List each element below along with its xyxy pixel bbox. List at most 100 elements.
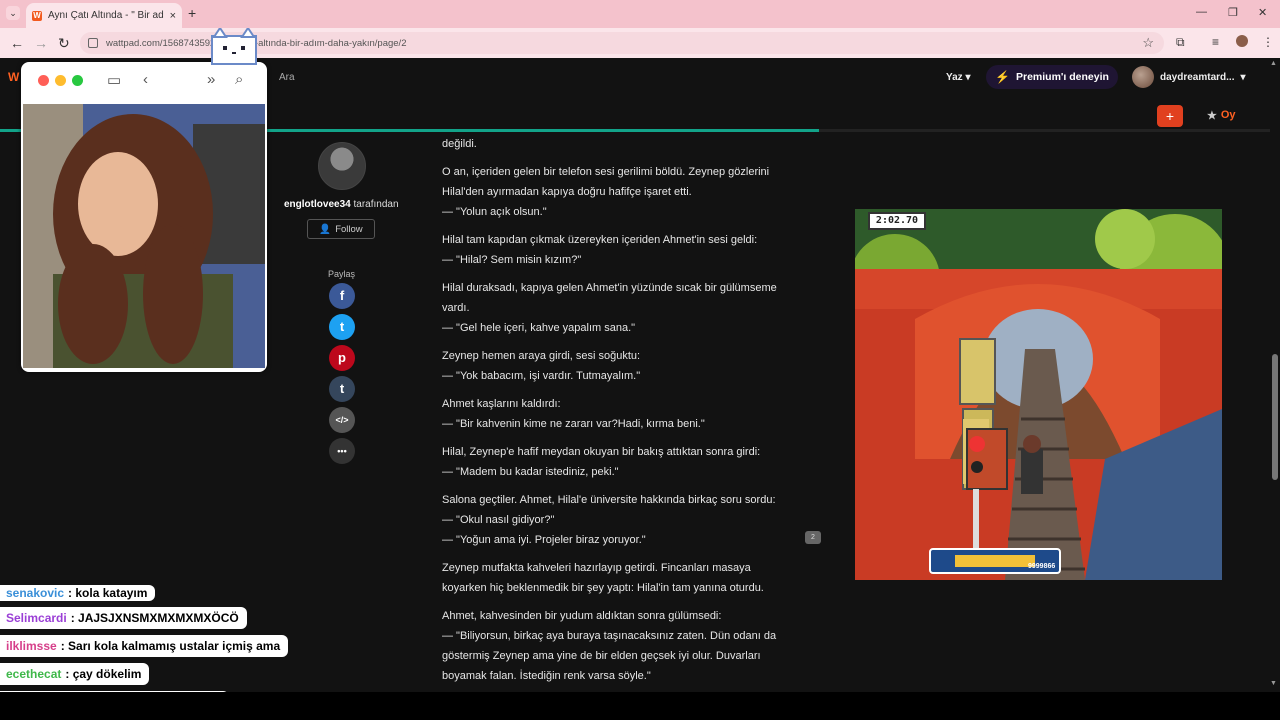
sidebar-icon[interactable]: ▭ [107, 71, 121, 89]
add-to-list-button[interactable]: + [1157, 105, 1183, 127]
story-line: — "Hilal? Sem misin kızım?" [442, 254, 582, 266]
story-line: Zeynep mutfakta kahveleri hazırlayıp get… [442, 562, 764, 594]
extensions-icon[interactable]: ⧉ [1176, 35, 1185, 50]
chat-message: ilklimsse: Sarı kola kalmamış ustalar iç… [0, 635, 289, 657]
inline-comment-bubble[interactable]: 2 [805, 531, 821, 544]
tab-search-button[interactable]: ⌄ [6, 6, 20, 20]
follow-button[interactable]: 👤 Follow [307, 219, 375, 239]
share-label: Paylaş [328, 269, 356, 279]
chat-username: Selimcardi [6, 611, 67, 625]
premium-button[interactable]: ⚡ Premium'ı deneyin [986, 65, 1118, 89]
twitter-icon[interactable]: t [329, 314, 355, 340]
wattpad-logo[interactable]: W [8, 70, 19, 84]
user-avatar [1132, 66, 1154, 88]
double-chevron-right-icon[interactable]: » [207, 71, 215, 88]
pixel-cat-icon [211, 28, 257, 65]
streamer-figure [23, 104, 265, 368]
back-icon[interactable]: ← [10, 35, 24, 51]
browser-menu-icon[interactable]: ⋮ [1262, 35, 1274, 49]
minimize-icon[interactable]: — [1196, 6, 1207, 18]
pinterest-icon[interactable]: p [329, 345, 355, 371]
chat-text: : JAJSJXNSMXMXMXMXÖCÖ [70, 611, 239, 625]
story-paragraph: Zeynep mutfakta kahveleri hazırlayıp get… [442, 558, 794, 598]
wattpad-favicon: W [32, 10, 42, 21]
chat-text: : kola katayım [68, 586, 148, 600]
webcam-window: ▭ ‹ » ⌕ [21, 62, 267, 372]
author-avatar[interactable] [318, 142, 366, 190]
story-line: değildi. [442, 138, 477, 150]
add-user-icon: 👤 [319, 223, 332, 235]
story-paragraph: Hilal tam kapıdan çıkmak üzereyken içeri… [442, 230, 794, 270]
maximize-icon[interactable]: ❐ [1228, 6, 1238, 19]
story-paragraph: değildi. [442, 134, 794, 154]
vote-button[interactable]: ★ Oy [1207, 109, 1236, 122]
story-line: Zeynep hemen araya girdi, sesi soğuktu: [442, 350, 641, 362]
chat-text: : çay dökelim [65, 667, 142, 681]
minimize-dot[interactable] [55, 75, 66, 86]
close-dot[interactable] [38, 75, 49, 86]
write-label: Yaz [946, 72, 963, 83]
story-paragraph: Salona geçtiler. Ahmet, Hilal'e üniversi… [442, 490, 794, 550]
chevron-down-icon: ▾ [1240, 71, 1246, 83]
story-paragraph: Zeynep hemen araya girdi, sesi soğuktu: —… [442, 346, 794, 386]
chat-username: senakovic [6, 586, 65, 600]
story-paragraph: O an, içeriden gelen bir telefon sesi ge… [442, 162, 794, 222]
user-menu[interactable]: daydreamtard... ▾ [1132, 66, 1246, 88]
chat-message: senakovic: kola katayım [0, 585, 156, 601]
story-line: — "Okul nasıl gidiyor?" [442, 514, 555, 526]
scrollbar-thumb[interactable] [1272, 354, 1278, 480]
star-icon: ★ [1207, 110, 1217, 122]
chevron-left-icon[interactable]: ‹ [143, 71, 148, 88]
forward-icon[interactable]: → [34, 35, 48, 51]
story-line: — "Yoğun ama iyi. Projeler biraz yoruyor… [442, 534, 646, 546]
story-paragraph: Ahmet kaşlarını kaldırdı: — "Bir kahvenin… [442, 394, 794, 434]
profile-avatar[interactable] [1236, 35, 1248, 47]
chat-message: ecethecat: çay dökelim [0, 663, 150, 685]
search-icon[interactable]: ⌕ [235, 71, 243, 88]
tab-close-icon[interactable]: × [170, 10, 176, 22]
chat-username: ecethecat [6, 667, 62, 681]
facebook-icon[interactable]: f [329, 283, 355, 309]
author-credit: englotlovee34 tarafından [284, 199, 399, 210]
story-line: Hilal tam kapıdan çıkmak üzereyken içeri… [442, 234, 758, 246]
story-line: Ahmet kaşlarını kaldırdı: [442, 398, 561, 410]
story-line: — "Yolun açık olsun." [442, 206, 547, 218]
zoom-dot[interactable] [72, 75, 83, 86]
game-timer: 2:02.70 [868, 212, 926, 230]
tumblr-icon[interactable]: t [329, 376, 355, 402]
reload-icon[interactable]: ↻ [58, 35, 70, 52]
bottom-bar [0, 692, 1280, 720]
write-menu[interactable]: Yaz ▾ [946, 72, 971, 83]
site-info-icon[interactable] [88, 38, 98, 48]
vote-label: Oy [1220, 109, 1236, 121]
story-line: — "Bir kahvenin kime ne zararı var?Hadi,… [442, 418, 705, 430]
story-line: Ahmet, kahvesinden bir yudum aldıktan so… [442, 610, 722, 622]
scroll-up-icon[interactable]: ▲ [1270, 60, 1277, 67]
close-window-icon[interactable]: ✕ [1258, 6, 1267, 19]
story-line: — "Madem bu kadar istediniz, peki." [442, 466, 619, 478]
story-paragraph: Ahmet, kahvesinden bir yudum aldıktan so… [442, 606, 794, 686]
bookmark-star-icon[interactable]: ☆ [1142, 35, 1154, 51]
subway-surfers-scene [855, 209, 1222, 580]
story-paragraph: Hilal duraksadı, kapıya gelen Ahmet'in y… [442, 278, 794, 338]
story-line: — "Gel hele içeri, kahve yapalım sana." [442, 322, 636, 334]
more-icon[interactable]: ••• [329, 438, 355, 464]
reading-list-icon[interactable]: ≡ [1212, 35, 1219, 49]
page-scrollbar[interactable]: ▲ ▼ [1270, 58, 1280, 692]
embed-icon[interactable]: </> [329, 407, 355, 433]
new-tab-button[interactable]: + [188, 5, 196, 21]
browser-tab[interactable]: W Aynı Çatı Altında - " Bir adım d × [26, 3, 182, 28]
story-line: — "Biliyorsun, birkaç aya buraya taşınac… [442, 630, 777, 682]
premium-label: Premium'ı deneyin [1016, 71, 1109, 83]
chat-username: ilklimsse [6, 639, 57, 653]
author-name[interactable]: englotlovee34 [284, 199, 351, 210]
browser-toolbar: ← → ↻ wattpad.com/1568743592-aynı-çatı-a… [0, 28, 1280, 58]
search-label[interactable]: Ara [279, 72, 295, 83]
scroll-down-icon[interactable]: ▼ [1270, 680, 1277, 687]
by-label: tarafından [353, 199, 399, 210]
webcam-video [23, 104, 265, 368]
browser-tab-bar: ⌄ W Aynı Çatı Altında - " Bir adım d × +… [0, 0, 1280, 28]
follow-label: Follow [335, 223, 363, 235]
story-line: Hilal, Zeynep'e hafif meydan okuyan bir … [442, 446, 761, 458]
story-line: Hilal duraksadı, kapıya gelen Ahmet'in y… [442, 282, 777, 314]
